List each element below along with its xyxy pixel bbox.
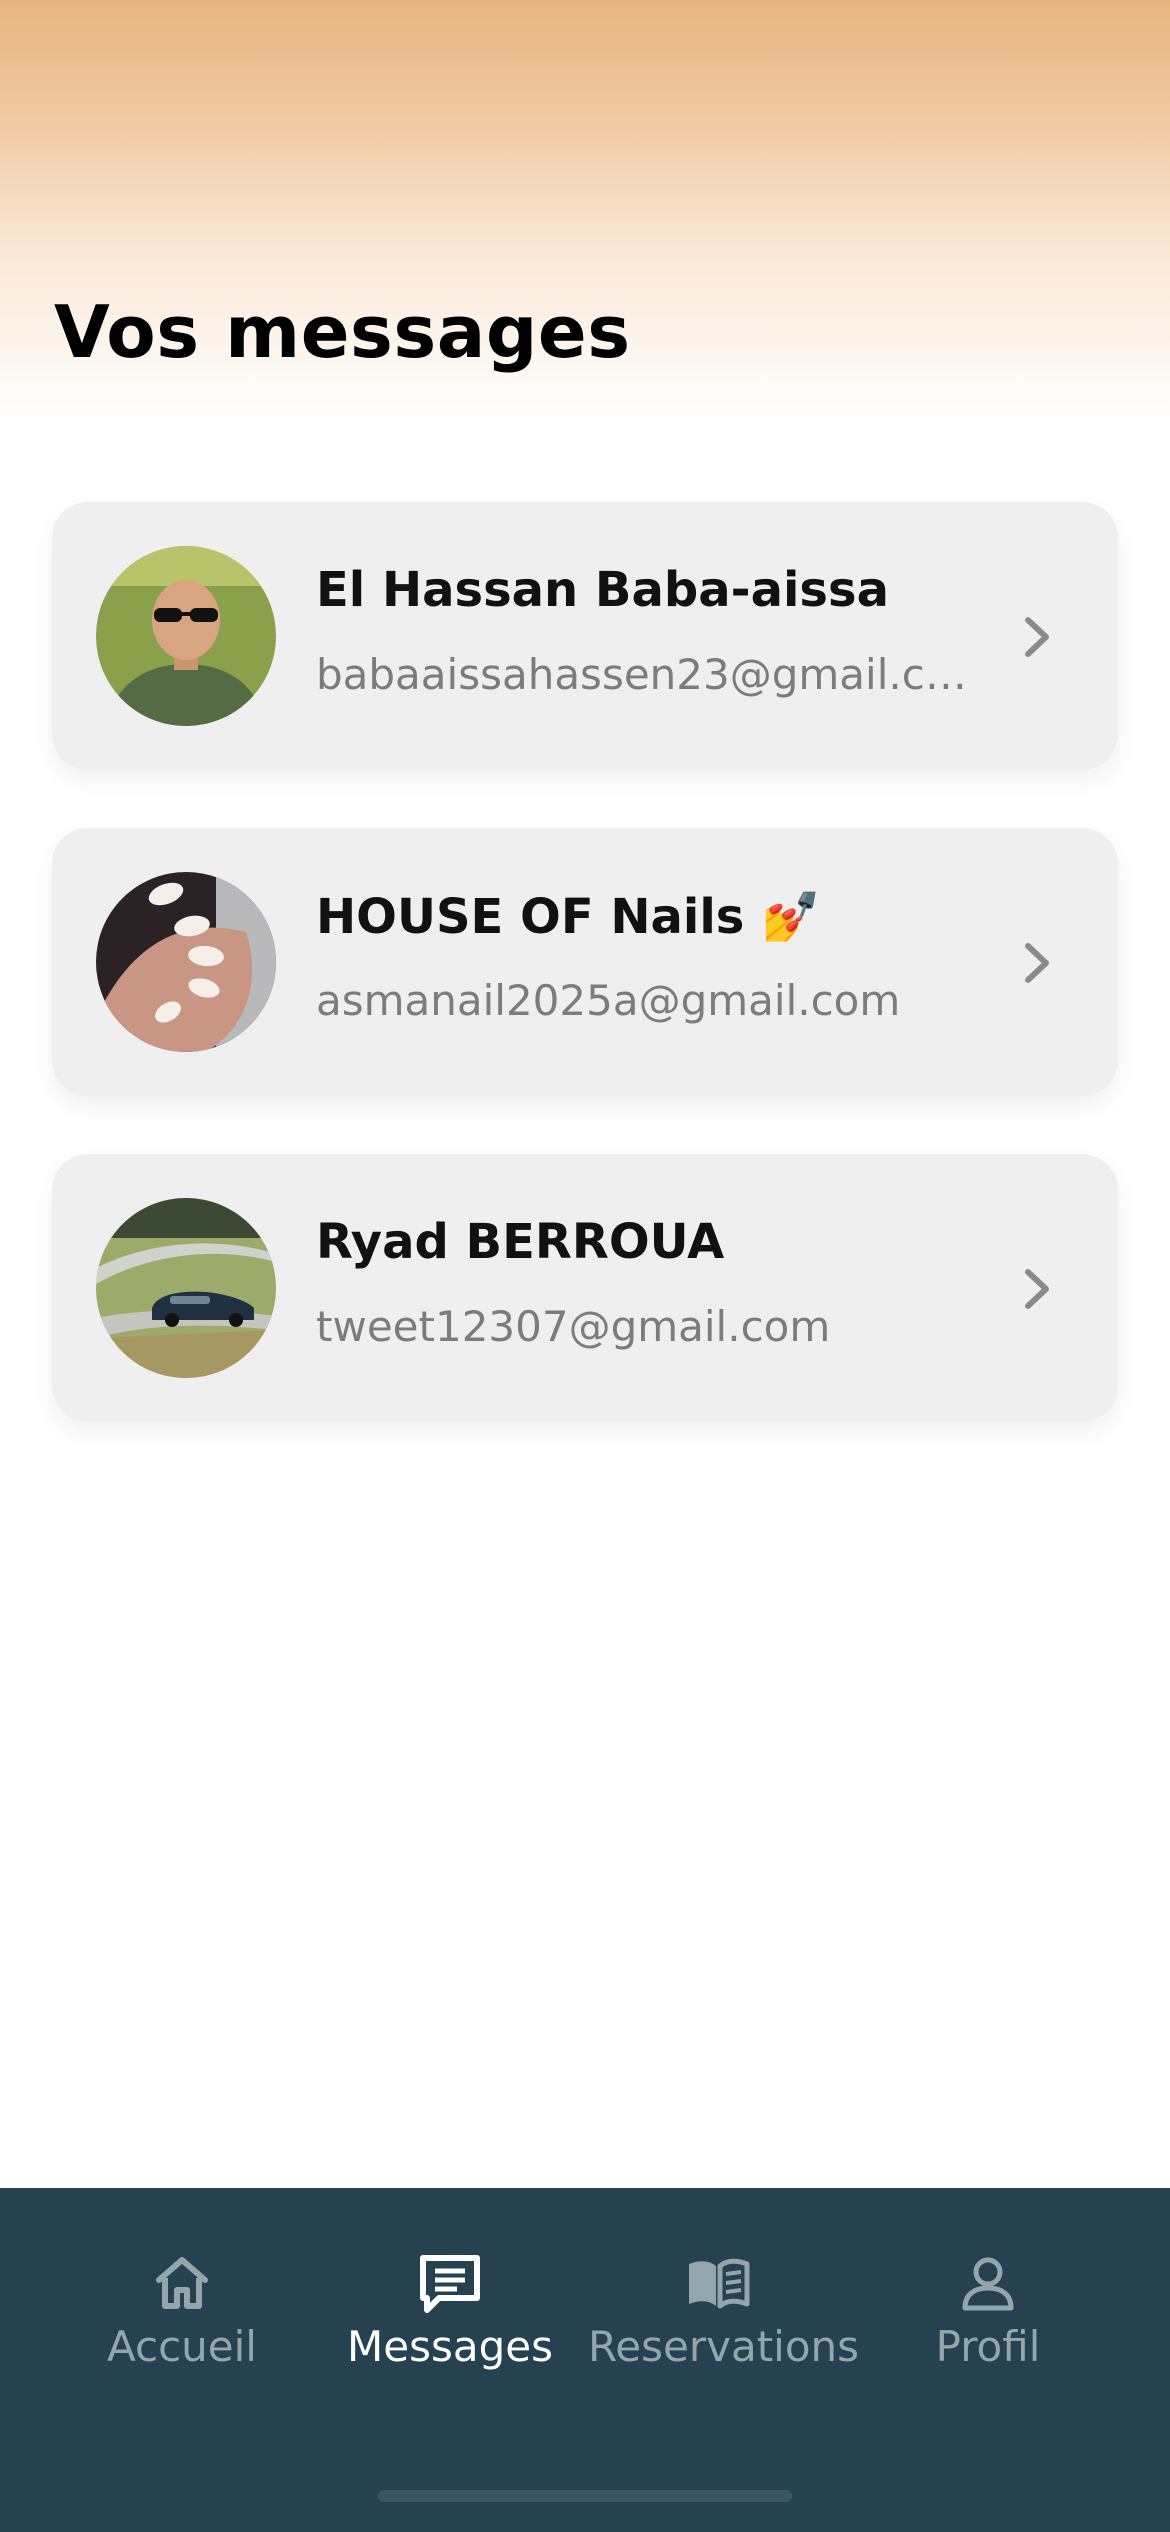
- conversation-item[interactable]: Ryad BERROUA tweet12307@gmail.com: [52, 1154, 1118, 1422]
- tab-reservations[interactable]: Reservations: [588, 2250, 860, 2390]
- book-icon: [689, 2258, 750, 2309]
- conversation-item[interactable]: HOUSE OF Nails 💅 asmanail2025a@gmail.com: [52, 828, 1118, 1096]
- contact-name: El Hassan Baba-aissa: [316, 562, 889, 618]
- tab-label: Profil: [935, 2322, 1041, 2371]
- profile-icon: [962, 2257, 1014, 2311]
- tab-label: Messages: [347, 2322, 553, 2371]
- contact-email: babaaissahassen23@gmail.c…: [316, 650, 967, 699]
- nails-photo-icon: [96, 872, 276, 1052]
- page-title: Vos messages: [54, 290, 631, 374]
- tab-accueil[interactable]: Accueil: [52, 2250, 312, 2390]
- tab-bar: Accueil Messages Reservations Profil: [0, 2188, 1170, 2532]
- person-photo-icon: [96, 546, 276, 726]
- chevron-right-icon: [1025, 943, 1049, 983]
- avatar: [96, 872, 276, 1052]
- tab-messages[interactable]: Messages: [320, 2250, 580, 2390]
- avatar: [96, 546, 276, 726]
- avatar: [96, 1198, 276, 1378]
- messages-icon: [420, 2255, 480, 2313]
- tab-label: Reservations: [588, 2322, 860, 2371]
- conversation-item[interactable]: El Hassan Baba-aissa babaaissahassen23@g…: [52, 502, 1118, 770]
- tab-label: Accueil: [107, 2322, 257, 2371]
- home-icon: [156, 2257, 208, 2309]
- chevron-right-icon: [1025, 617, 1049, 657]
- tab-profil[interactable]: Profil: [858, 2250, 1118, 2390]
- contact-email: tweet12307@gmail.com: [316, 1302, 831, 1351]
- car-photo-icon: [96, 1198, 276, 1378]
- contact-name: Ryad BERROUA: [316, 1214, 725, 1270]
- contact-email: asmanail2025a@gmail.com: [316, 976, 901, 1025]
- chevron-right-icon: [1025, 1269, 1049, 1309]
- contact-name: HOUSE OF Nails 💅: [316, 889, 821, 945]
- home-indicator[interactable]: [378, 2490, 792, 2502]
